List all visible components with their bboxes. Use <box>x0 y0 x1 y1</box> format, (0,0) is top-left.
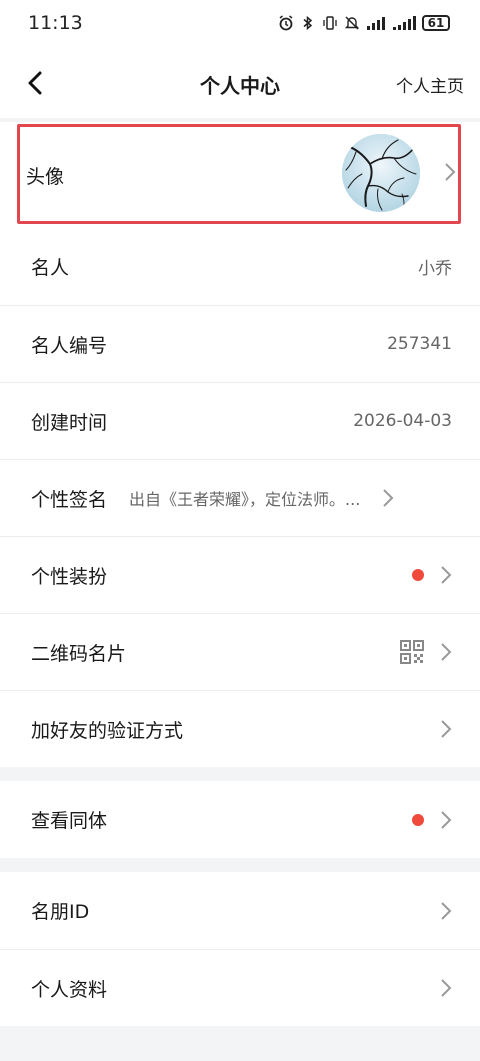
chevron-right-icon <box>441 901 452 920</box>
name-label: 名人 <box>31 257 70 279</box>
created-value: 2026-04-03 <box>353 411 452 431</box>
status-icons: 61 <box>278 13 450 33</box>
signature-label: 个性签名 <box>31 488 108 511</box>
alarm-icon <box>279 15 293 31</box>
signal-icon-2 <box>393 16 416 30</box>
avatar[interactable] <box>342 134 420 212</box>
bluetooth-icon <box>303 15 313 31</box>
battery-indicator: 61 <box>422 15 450 31</box>
header: 个人中心 个人主页 <box>0 48 480 118</box>
created-label: 创建时间 <box>31 411 108 434</box>
row-signature[interactable]: 个性签名 出自《王者荣耀》，定位法师。... <box>0 459 480 536</box>
settings-group-main: 名人 小乔 名人编号 257341 创建时间 2026-04-03 个性签名 出… <box>0 228 480 767</box>
row-same-body[interactable]: 查看同体 <box>0 781 480 858</box>
settings-group-same-body: 查看同体 <box>0 781 480 858</box>
settings-group-extra: 名朋ID 个人资料 <box>0 872 480 1026</box>
number-value: 257341 <box>387 334 452 354</box>
chevron-right-icon <box>445 163 456 181</box>
same-body-label: 查看同体 <box>31 810 108 832</box>
personal-homepage-link[interactable]: 个人主页 <box>396 72 464 97</box>
qr-code-icon <box>400 640 424 664</box>
row-verify[interactable]: 加好友的验证方式 <box>0 690 480 767</box>
chevron-right-icon <box>441 566 452 584</box>
verify-label: 加好友的验证方式 <box>31 719 184 742</box>
qrcode-label: 二维码名片 <box>31 642 127 665</box>
row-profile[interactable]: 个人资料 <box>0 949 480 1026</box>
avatar-label: 头像 <box>26 166 65 188</box>
mute-icon <box>344 16 360 30</box>
chevron-right-icon <box>441 643 452 661</box>
red-dot-badge <box>412 569 424 581</box>
chevron-right-icon <box>441 810 452 829</box>
status-time: 11:13 <box>28 12 83 34</box>
row-friend-id[interactable]: 名朋ID <box>0 872 480 949</box>
friend-id-label: 名朋ID <box>31 901 90 923</box>
row-qrcode[interactable]: 二维码名片 <box>0 613 480 690</box>
chevron-right-icon <box>441 720 452 738</box>
chevron-right-icon <box>383 489 394 507</box>
row-name[interactable]: 名人 小乔 <box>0 228 480 305</box>
row-created[interactable]: 创建时间 2026-04-03 <box>0 382 480 459</box>
chevron-right-icon <box>441 979 452 997</box>
signature-value: 出自《王者荣耀》，定位法师。... <box>129 490 361 509</box>
signal-icon-1 <box>367 17 385 30</box>
row-number[interactable]: 名人编号 257341 <box>0 305 480 382</box>
name-value: 小乔 <box>418 259 452 279</box>
status-bar: 11:13 61 <box>0 0 480 48</box>
number-label: 名人编号 <box>31 334 108 357</box>
vibrate-icon <box>323 16 337 30</box>
row-outfit[interactable]: 个性装扮 <box>0 536 480 613</box>
profile-label: 个人资料 <box>31 978 108 1001</box>
outfit-label: 个性装扮 <box>31 565 108 588</box>
red-dot-badge <box>412 813 424 826</box>
